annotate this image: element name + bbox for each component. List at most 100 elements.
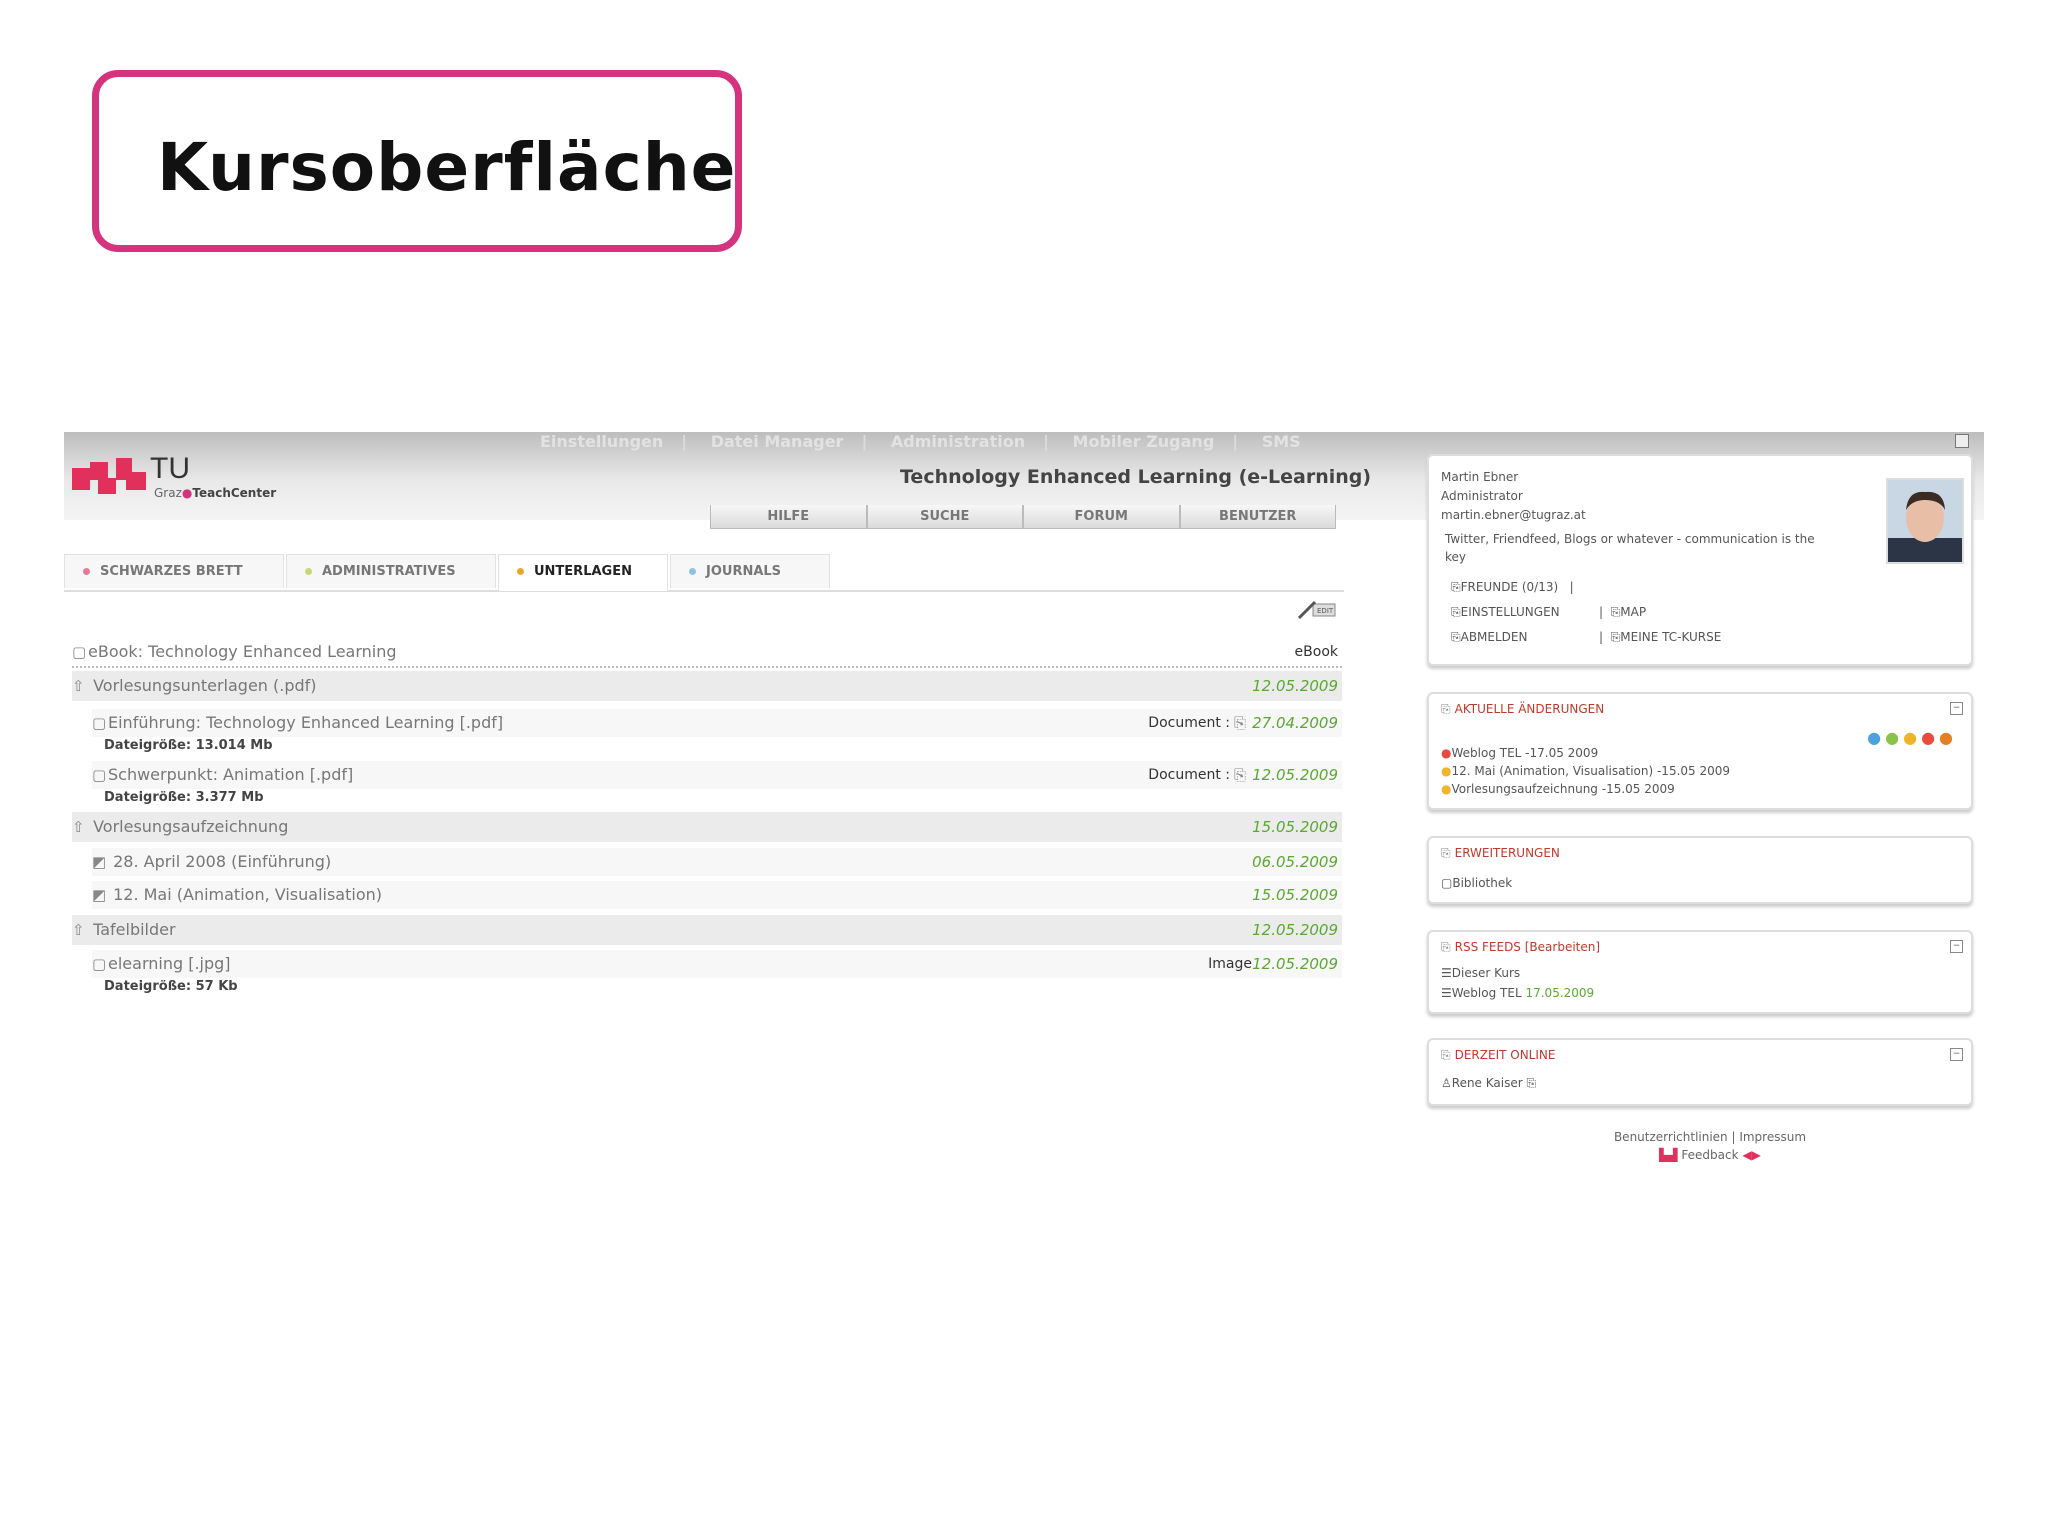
minimize-icon[interactable]: − — [1950, 940, 1963, 953]
ebook-row[interactable]: ▢ eBook: Technology Enhanced Learning eBo… — [72, 638, 1342, 668]
document-icon: ▢ — [92, 955, 107, 973]
logo-text: TU — [150, 452, 190, 485]
rss-icon: ☰ — [1441, 966, 1452, 980]
extension-bibliothek[interactable]: ▢Bibliothek — [1441, 876, 1512, 890]
subnav-hilfe[interactable]: HILFE — [710, 505, 867, 529]
avatar[interactable] — [1886, 478, 1964, 564]
course-title: Technology Enhanced Learning (e-Learning… — [900, 466, 1372, 488]
recording-row[interactable]: ◩ 28. April 2008 (Einführung) 06.05.2009 — [92, 848, 1342, 876]
rss-icon: ☰ — [1441, 986, 1452, 1000]
window-toggle-icon[interactable] — [1955, 434, 1969, 448]
edit-icon[interactable]: EDIT — [1297, 598, 1337, 620]
logo-blocks-icon: ▙▟ — [1659, 1148, 1678, 1162]
feedback-link[interactable]: ▙▟ Feedback ◀▶ — [1530, 1148, 1890, 1162]
lock-icon: ⎘ — [1234, 766, 1247, 784]
change-item[interactable]: ●Weblog TEL -17.05 2009 — [1441, 746, 1598, 760]
tab-journals[interactable]: JOURNALS — [670, 554, 830, 588]
file-title: elearning [.jpg] — [108, 954, 231, 973]
ebook-type: eBook — [1294, 644, 1338, 660]
footer: Benutzerrichtlinien | Impressum ▙▟ Feedb… — [1530, 1130, 1890, 1162]
top-nav-einstellungen[interactable]: Einstellungen — [540, 432, 663, 451]
top-nav-administration[interactable]: Administration — [891, 432, 1025, 451]
tab-label: UNTERLAGEN — [534, 564, 632, 579]
expand-icon: ⎘ — [1441, 702, 1451, 716]
link-meine-kurse[interactable]: | ⎘MEINE TC-KURSE — [1599, 630, 1721, 645]
online-panel: ⎘ DERZEIT ONLINE − ♙Rene Kaiser ⎘ — [1427, 1038, 1973, 1106]
user-icon: ♙ — [1441, 1076, 1452, 1090]
folder-date: 12.05.2009 — [1252, 921, 1338, 939]
document-icon: ▢ — [92, 714, 107, 732]
file-date: 27.04.2009 — [1252, 714, 1338, 732]
changes-title[interactable]: ⎘ AKTUELLE ÄNDERUNGEN — [1441, 702, 1604, 717]
file-title: Einführung: Technology Enhanced Learning… — [108, 713, 504, 732]
slide-title-frame: Kursoberfläche — [92, 70, 742, 252]
online-title[interactable]: ⎘ DERZEIT ONLINE — [1441, 1048, 1555, 1063]
extensions-title[interactable]: ⎘ ERWEITERUNGEN — [1441, 846, 1560, 861]
recording-row[interactable]: ◩ 12. Mai (Animation, Visualisation) 15.… — [92, 881, 1342, 909]
folder-title: Vorlesungsaufzeichnung — [93, 817, 289, 836]
subnav-suche[interactable]: SUCHE — [866, 505, 1023, 529]
change-item[interactable]: ●12. Mai (Animation, Visualisation) -15.… — [1441, 764, 1730, 778]
subnav-benutzer[interactable]: BENUTZER — [1179, 505, 1336, 529]
tab-bullet-icon — [689, 568, 696, 575]
expand-icon: ⎘ — [1441, 1048, 1451, 1062]
changes-panel: ⎘ AKTUELLE ÄNDERUNGEN − ●●●●● ●Weblog TEL… — [1427, 692, 1973, 810]
minimize-icon[interactable]: − — [1950, 1048, 1963, 1061]
file-size: Dateigröße: 57 Kb — [104, 979, 238, 994]
top-navigation: Einstellungen | Datei Manager | Administra… — [540, 432, 1301, 451]
profile-email[interactable]: martin.ebner@tugraz.at — [1441, 508, 1586, 522]
lock-icon: ⎘ — [1234, 714, 1247, 732]
tab-label: JOURNALS — [706, 564, 782, 579]
link-einstellungen[interactable]: ⎘EINSTELLUNGEN — [1451, 605, 1560, 620]
folder-row[interactable]: ⇧ Vorlesungsunterlagen (.pdf) 12.05.2009 — [72, 671, 1342, 701]
folder-icon: ⇧ — [72, 921, 85, 939]
file-type: Document : — [1148, 767, 1230, 783]
rss-title[interactable]: ⎘ RSS FEEDS [Bearbeiten] — [1441, 940, 1600, 955]
top-nav-mobiler-zugang[interactable]: Mobiler Zugang — [1073, 432, 1215, 451]
file-date: 12.05.2009 — [1252, 766, 1338, 784]
folder-row[interactable]: ⇧ Tafelbilder 12.05.2009 — [72, 915, 1342, 945]
file-row[interactable]: ▢ Schwerpunkt: Animation [.pdf] Document … — [92, 761, 1342, 789]
folder-date: 15.05.2009 — [1252, 818, 1338, 836]
file-size: Dateigröße: 13.014 Mb — [104, 738, 273, 753]
document-icon: ▢ — [72, 643, 87, 661]
sub-navigation: HILFE SUCHE FORUM BENUTZER — [710, 505, 1336, 530]
online-user[interactable]: ♙Rene Kaiser ⎘ — [1441, 1076, 1536, 1091]
tab-bullet-icon — [83, 568, 90, 575]
logo-graz: Graz — [154, 486, 182, 500]
expand-icon: ⎘ — [1441, 846, 1451, 860]
folder-title: Vorlesungsunterlagen (.pdf) — [93, 676, 317, 695]
video-icon: ◩ — [92, 886, 107, 904]
changes-color-dots: ●●●●● — [1867, 728, 1957, 747]
link-freunde[interactable]: ⎘FREUNDE (0/13) | — [1451, 580, 1574, 595]
tu-graz-logo[interactable]: TU Graz●TeachCenter — [72, 452, 302, 508]
content-tabs: SCHWARZES BRETT ADMINISTRATIVES UNTERLAG… — [64, 554, 1344, 592]
change-item[interactable]: ●Vorlesungsaufzeichnung -15.05 2009 — [1441, 782, 1675, 796]
tab-schwarzes-brett[interactable]: SCHWARZES BRETT — [64, 554, 284, 588]
recording-title: 12. Mai (Animation, Visualisation) — [113, 885, 382, 904]
recording-date: 15.05.2009 — [1252, 886, 1338, 904]
file-row[interactable]: ▢ elearning [.jpg] Image 12.05.2009 — [92, 950, 1342, 978]
rss-panel: ⎘ RSS FEEDS [Bearbeiten] − ☰Dieser Kurs ☰… — [1427, 930, 1973, 1014]
top-nav-datei-manager[interactable]: Datei Manager — [711, 432, 844, 451]
file-row[interactable]: ▢ Einführung: Technology Enhanced Learnin… — [92, 709, 1342, 737]
footer-links[interactable]: Benutzerrichtlinien | Impressum — [1530, 1130, 1890, 1144]
logo-teachcenter: TeachCenter — [192, 486, 277, 500]
video-icon: ◩ — [92, 853, 107, 871]
folder-row[interactable]: ⇧ Vorlesungsaufzeichnung 15.05.2009 — [72, 812, 1342, 842]
file-type: Document : — [1148, 715, 1230, 731]
rss-item[interactable]: ☰Dieser Kurs — [1441, 966, 1520, 980]
link-abmelden[interactable]: ⎘ABMELDEN — [1451, 630, 1527, 645]
file-date: 12.05.2009 — [1252, 955, 1338, 973]
link-map[interactable]: | ⎘MAP — [1599, 605, 1646, 620]
slide-title: Kursoberfläche — [157, 129, 737, 206]
logo-blocks-icon — [72, 458, 146, 494]
tab-unterlagen[interactable]: UNTERLAGEN — [498, 554, 668, 591]
profile-role: Administrator — [1441, 489, 1523, 503]
rss-item[interactable]: ☰Weblog TEL 17.05.2009 — [1441, 986, 1594, 1000]
rss-edit-link: [Bearbeiten] — [1524, 940, 1601, 954]
minimize-icon[interactable]: − — [1950, 702, 1963, 715]
top-nav-sms[interactable]: SMS — [1262, 432, 1301, 451]
tab-administratives[interactable]: ADMINISTRATIVES — [286, 554, 496, 588]
subnav-forum[interactable]: FORUM — [1023, 505, 1180, 529]
